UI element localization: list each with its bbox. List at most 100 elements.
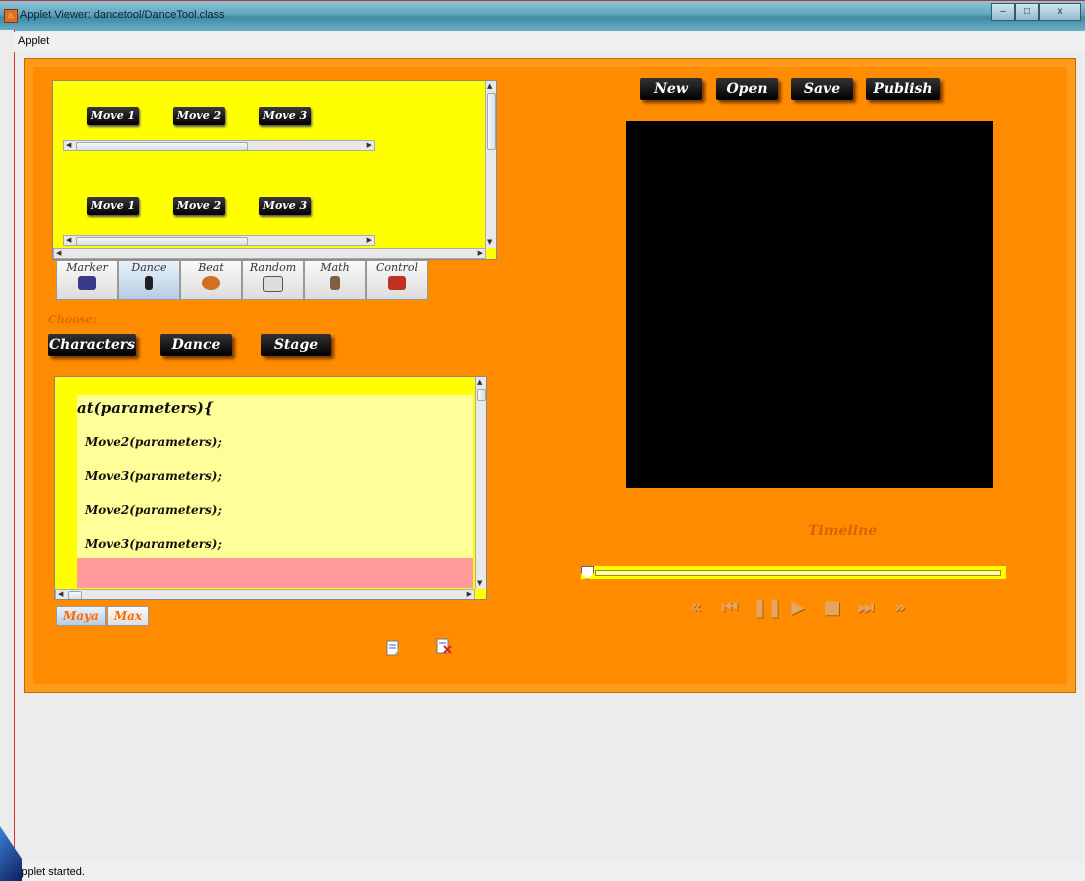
timeline-slider[interactable] <box>581 566 1006 579</box>
tab-max[interactable]: Max <box>106 606 150 626</box>
tab-label: Marker <box>66 261 108 274</box>
tab-label: Dance <box>131 261 167 274</box>
tab-label: Random <box>249 261 297 274</box>
scroll-right-icon[interactable]: ▶ <box>367 141 372 150</box>
scroll-up-icon[interactable]: ▲ <box>477 378 482 387</box>
close-button[interactable]: x <box>1039 3 1081 21</box>
tab-marker[interactable]: Marker <box>56 260 118 300</box>
move-3-button[interactable]: Move 3 <box>259 107 311 125</box>
move-2-button[interactable]: Move 2 <box>173 107 225 125</box>
timeline-track[interactable] <box>595 570 1001 576</box>
code-vscroll[interactable]: ▲ ▼ <box>475 377 486 589</box>
open-button[interactable]: Open <box>716 78 778 100</box>
category-tabs: Marker Dance Beat Random Math Control <box>56 260 428 300</box>
scroll-right-icon[interactable]: ▶ <box>467 590 472 599</box>
scroll-left-icon[interactable]: ◀ <box>66 141 71 150</box>
characters-button[interactable]: Characters <box>48 334 136 356</box>
move-1-button[interactable]: Move 1 <box>87 107 139 125</box>
code-line: Move3(parameters); <box>85 537 222 551</box>
move-label: Move 3 <box>262 109 308 122</box>
scroll-left-icon[interactable]: ◀ <box>66 236 71 245</box>
code-header: at(parameters){ <box>77 399 214 417</box>
maximize-button[interactable]: □ <box>1015 3 1039 21</box>
window-title: Applet Viewer: dancetool/DanceTool.class <box>20 9 225 21</box>
delete-edit-icon[interactable] <box>436 638 452 654</box>
preview-screen[interactable] <box>626 121 993 488</box>
scroll-thumb[interactable] <box>487 93 496 150</box>
moves-scrollbar-top[interactable]: ◀ ▶ <box>63 140 375 151</box>
timeline-knob[interactable] <box>581 566 594 579</box>
tab-label: Math <box>320 261 350 274</box>
java-icon: ♨ <box>4 9 18 23</box>
playback-controls: « ⏮ ❚❚ ▶ ■ ⏭ » <box>684 598 912 618</box>
move-label: Move 1 <box>90 109 136 122</box>
move-label: Move 3 <box>262 199 308 212</box>
tab-beat[interactable]: Beat <box>180 260 242 300</box>
save-button[interactable]: Save <box>791 78 853 100</box>
dance-button[interactable]: Dance <box>160 334 232 356</box>
scroll-thumb[interactable] <box>68 591 82 599</box>
status-bar: Applet started. <box>14 862 1085 881</box>
scroll-thumb[interactable] <box>76 142 248 151</box>
stop-icon[interactable]: ■ <box>820 598 844 618</box>
move-3-button-2[interactable]: Move 3 <box>259 197 311 215</box>
code-line: Move3(parameters); <box>85 469 222 483</box>
move-label: Move 2 <box>176 199 222 212</box>
choose-label: Choose: <box>48 313 97 326</box>
code-area[interactable]: at(parameters){ Move2(parameters); Move3… <box>77 395 473 585</box>
dancer-icon <box>145 276 153 290</box>
move-2-button-2[interactable]: Move 2 <box>173 197 225 215</box>
minimize-button[interactable]: – <box>991 3 1015 21</box>
move-label: Move 2 <box>176 109 222 122</box>
hand-icon <box>330 276 340 290</box>
dice-icon <box>263 276 283 292</box>
fast-forward-icon[interactable]: » <box>888 598 912 618</box>
pause-icon[interactable]: ❚❚ <box>752 598 782 618</box>
tab-maya[interactable]: Maya <box>56 606 106 626</box>
editor-tabs: Maya Max <box>56 606 150 626</box>
code-hscroll[interactable]: ◀ ▶ <box>55 589 475 599</box>
scroll-down-icon[interactable]: ▼ <box>487 238 492 247</box>
code-line: Move2(parameters); <box>85 503 222 517</box>
code-line: Move2(parameters); <box>85 435 222 449</box>
skip-back-icon[interactable]: ⏮ <box>718 598 742 618</box>
left-border <box>0 30 15 881</box>
tab-dance[interactable]: Dance <box>118 260 180 300</box>
tab-label: Beat <box>198 261 224 274</box>
code-editor[interactable]: at(parameters){ Move2(parameters); Move3… <box>54 376 487 600</box>
stage-button[interactable]: Stage <box>261 334 331 356</box>
menu-bar: Applet <box>14 32 1085 52</box>
scroll-right-icon[interactable]: ▶ <box>478 249 483 258</box>
scroll-right-icon[interactable]: ▶ <box>367 236 372 245</box>
scroll-left-icon[interactable]: ◀ <box>58 590 63 599</box>
skip-forward-icon[interactable]: ⏭ <box>854 598 878 618</box>
scroll-left-icon[interactable]: ◀ <box>56 249 61 258</box>
moves-scrollbar-bottom[interactable]: ◀ ▶ <box>63 235 375 246</box>
scroll-up-icon[interactable]: ▲ <box>487 82 492 91</box>
move-1-button-2[interactable]: Move 1 <box>87 197 139 215</box>
tab-random[interactable]: Random <box>242 260 304 300</box>
tab-label: Control <box>376 261 418 274</box>
tab-control[interactable]: Control <box>366 260 428 300</box>
new-button[interactable]: New <box>640 78 702 100</box>
window-titlebar[interactable]: ♨ Applet Viewer: dancetool/DanceTool.cla… <box>0 0 1085 31</box>
window-controls: – □ x <box>991 3 1081 21</box>
moves-vscroll[interactable]: ▲ ▼ <box>485 81 496 248</box>
drum-icon <box>202 276 220 290</box>
moves-hscroll[interactable]: ◀ ▶ <box>53 248 486 259</box>
publish-button[interactable]: Publish <box>866 78 940 100</box>
tab-math[interactable]: Math <box>304 260 366 300</box>
timeline-label: Timeline <box>808 523 878 539</box>
scroll-thumb[interactable] <box>76 237 248 246</box>
status-text: Applet started. <box>14 866 85 878</box>
highlighted-line[interactable] <box>77 558 473 588</box>
menu-applet[interactable]: Applet <box>18 35 49 47</box>
moves-panel: Move 1 Move 2 Move 3 ◀ ▶ Move 1 Move 2 M… <box>52 80 497 260</box>
scroll-down-icon[interactable]: ▼ <box>477 579 482 588</box>
edit-icon[interactable] <box>386 640 402 656</box>
rewind-icon[interactable]: « <box>684 598 708 618</box>
tools-icon <box>388 276 406 290</box>
play-icon[interactable]: ▶ <box>786 598 810 618</box>
marker-icon <box>78 276 96 290</box>
scroll-thumb[interactable] <box>477 389 486 401</box>
